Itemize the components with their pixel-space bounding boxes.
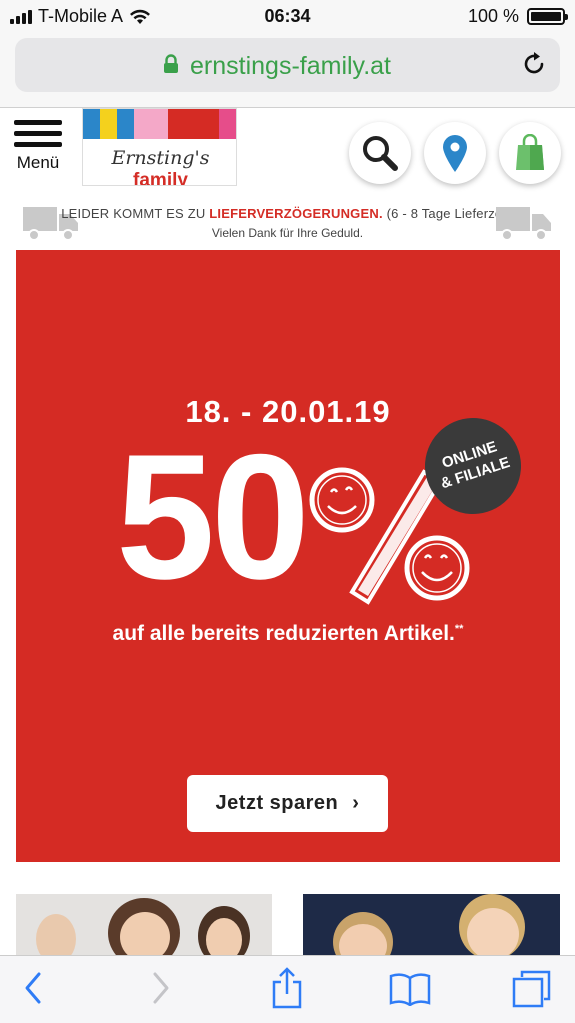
logo-text: Ernsting's family — [83, 147, 236, 186]
forward-icon[interactable] — [150, 970, 172, 1006]
chevron-right-icon: › — [352, 792, 360, 814]
address-bar[interactable]: ernstings-family.at — [15, 38, 560, 92]
delivery-notice: LEIDER KOMMT ES ZU LIEFERVERZÖGERUNGEN. … — [0, 198, 575, 248]
child-photo — [120, 912, 170, 956]
category-tile-girls[interactable] — [16, 894, 272, 956]
status-bar: T-Mobile A 06:34 100 % — [0, 0, 575, 32]
store-locator-button[interactable] — [424, 122, 486, 184]
child-photo — [467, 908, 519, 956]
promo-subtitle: auf alle bereits reduzierten Artikel.** — [16, 622, 560, 646]
battery-info: 100 % — [467, 6, 568, 27]
search-icon — [363, 136, 398, 171]
cart-button[interactable] — [499, 122, 561, 184]
category-tile-boys[interactable] — [303, 894, 560, 956]
browser-toolbar — [0, 955, 575, 1023]
share-icon[interactable] — [270, 966, 304, 1010]
bookmarks-icon[interactable] — [389, 972, 431, 1006]
logo-bold: family — [133, 170, 188, 186]
url-text[interactable]: ernstings-family.at — [15, 52, 560, 81]
notice-line-1: LEIDER KOMMT ES ZU LIEFERVERZÖGERUNGEN. … — [0, 206, 575, 221]
shopping-bag-icon — [516, 134, 544, 170]
menu-button[interactable]: Menü — [14, 120, 64, 173]
truck-icon — [496, 207, 551, 241]
reload-icon[interactable] — [520, 50, 548, 78]
site-header: Menü Ernsting's family — [0, 108, 575, 190]
promo-subtitle-text: auf alle bereits reduzierten Artikel. — [112, 622, 455, 645]
back-icon[interactable] — [22, 970, 44, 1006]
logo-stripes — [83, 109, 236, 139]
logo-script: Ernsting's — [111, 147, 210, 169]
browser-address-area: ernstings-family.at — [0, 32, 575, 108]
battery-icon — [527, 8, 568, 25]
shop-now-button[interactable]: Jetzt sparen › — [187, 775, 388, 832]
promo-banner[interactable]: 18. - 20.01.19 50 ONLINE & FILIALE auf a… — [16, 250, 560, 862]
hamburger-icon — [14, 120, 64, 147]
location-pin-icon — [443, 135, 467, 172]
discount-number: 50 — [116, 417, 310, 616]
brand-logo[interactable]: Ernsting's family — [82, 108, 237, 186]
child-photo — [206, 918, 242, 956]
menu-label: Menü — [16, 153, 60, 172]
search-button[interactable] — [349, 122, 411, 184]
tabs-icon[interactable] — [512, 970, 552, 1008]
child-photo — [36, 914, 76, 956]
notice-highlight: LIEFERVERZÖGERUNGEN. — [209, 206, 383, 221]
notice-line-2: Vielen Dank für Ihre Geduld. — [211, 226, 364, 240]
shop-now-label: Jetzt sparen — [215, 792, 339, 814]
footnote-mark: ** — [454, 623, 464, 635]
notice-prefix: LEIDER KOMMT ES ZU — [61, 206, 206, 221]
battery-percent: 100 % — [467, 6, 519, 26]
